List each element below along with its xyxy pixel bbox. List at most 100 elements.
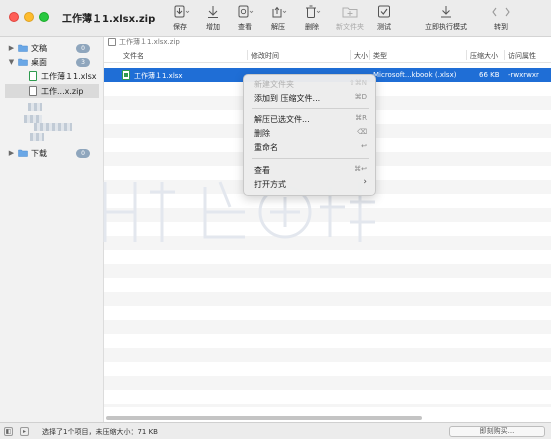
toolbar-label: 解压 xyxy=(271,23,285,31)
maximize-window-button[interactable] xyxy=(39,12,49,22)
column-divider[interactable] xyxy=(504,50,505,60)
immediate-mode-icon xyxy=(435,5,457,19)
sidebar-item-label: 下载 xyxy=(31,149,47,158)
menu-item-shortcut: ⌘D xyxy=(354,93,367,101)
go-to-icon xyxy=(490,5,512,19)
empty-row xyxy=(104,348,551,362)
blurred-item xyxy=(34,123,72,131)
toolbar-label: 增加 xyxy=(206,23,220,31)
column-name[interactable]: 文件名 xyxy=(123,51,144,61)
toolbar-view-button[interactable]: 查看 xyxy=(231,5,259,32)
toolbar-save-button[interactable]: 保存 xyxy=(166,5,194,32)
toolbar-test-button[interactable]: 测试 xyxy=(370,5,398,32)
column-size[interactable]: 大小 xyxy=(354,51,368,61)
toolbar-go-to-button[interactable]: 转到 xyxy=(483,5,519,32)
menu-separator xyxy=(252,158,369,159)
toolbar-label: 新文件夹 xyxy=(336,23,364,31)
menu-item-label: 解压已选文件... xyxy=(254,115,310,124)
sidebar-item-label: 桌面 xyxy=(31,58,47,67)
toolbar-extract-button[interactable]: 解压 xyxy=(264,5,292,32)
empty-row xyxy=(104,292,551,306)
menu-item-extract-selected[interactable]: 解压已选文件... ⌘R xyxy=(248,112,373,125)
empty-row xyxy=(104,264,551,278)
menu-item-label: 删除 xyxy=(254,129,270,138)
toolbar-add-button[interactable]: 增加 xyxy=(199,5,227,32)
excel-file-icon xyxy=(29,71,37,81)
menu-item-shortcut: ⌘↩ xyxy=(354,165,367,173)
close-window-button[interactable] xyxy=(9,12,19,22)
view-icon xyxy=(234,5,256,19)
column-modified[interactable]: 修改时间 xyxy=(251,51,279,61)
column-compressed-size[interactable]: 压缩大小 xyxy=(470,51,498,61)
toolbar-label: 保存 xyxy=(173,23,187,31)
sidebar-item-label: 工作...x.zip xyxy=(41,87,84,96)
column-divider[interactable] xyxy=(466,50,467,60)
menu-item-view[interactable]: 查看 ⌘↩ xyxy=(248,163,373,176)
sidebar-item-xlsx-file[interactable]: 工作薄１1.xlsx xyxy=(0,69,104,83)
path-bar: 工作薄１1.xlsx.zip xyxy=(104,37,551,47)
toolbar-label: 测试 xyxy=(377,23,391,31)
column-permissions[interactable]: 访问属性 xyxy=(508,51,536,61)
menu-item-delete[interactable]: 删除 ⌫ xyxy=(248,126,373,139)
folder-icon xyxy=(18,149,28,157)
archive-window: 工作薄１1.xlsx.zip 保存 增加 查看 解压 删除 新文件夹 测试 立即… xyxy=(0,0,551,439)
toolbar-label: 删除 xyxy=(305,23,319,31)
menu-item-new-folder[interactable]: 新建文件夹 ⇧⌘N xyxy=(248,77,373,90)
title-bar: 工作薄１1.xlsx.zip 保存 增加 查看 解压 删除 新文件夹 测试 立即… xyxy=(0,0,551,37)
count-badge: 3 xyxy=(76,58,90,67)
sidebar-item-desktop[interactable]: ▼ 桌面 3 xyxy=(0,55,104,69)
sidebar-item-label: 文稿 xyxy=(31,44,47,53)
file-permissions: -rwxrwxr xyxy=(508,71,539,79)
column-divider[interactable] xyxy=(247,50,248,60)
empty-row xyxy=(104,320,551,334)
sidebar-item-zip-file[interactable]: 工作...x.zip xyxy=(5,84,99,98)
empty-row xyxy=(104,404,551,407)
count-badge: 0 xyxy=(76,149,90,158)
excel-file-icon xyxy=(122,70,130,80)
chevron-right-icon[interactable]: ▶ xyxy=(8,44,15,52)
new-folder-icon xyxy=(339,5,361,19)
scrollbar-thumb[interactable] xyxy=(106,416,422,420)
blurred-item xyxy=(30,133,44,141)
zip-file-icon xyxy=(29,86,37,96)
column-type[interactable]: 类型 xyxy=(373,51,387,61)
submenu-arrow-icon: › xyxy=(363,177,367,187)
menu-item-shortcut: ⌘R xyxy=(355,114,367,122)
folder-icon xyxy=(18,58,28,66)
path-text: 工作薄１1.xlsx.zip xyxy=(119,38,180,46)
menu-item-add-to-archive[interactable]: 添加到 压缩文件... ⌘D xyxy=(248,91,373,104)
sidebar-item-downloads[interactable]: ▶ 下载 0 xyxy=(0,146,104,160)
menu-item-rename[interactable]: 重命名 ↩ xyxy=(248,140,373,153)
chevron-down-icon[interactable]: ▼ xyxy=(8,58,15,66)
info-panel-icon[interactable]: ▸ xyxy=(20,427,29,436)
buy-now-button[interactable]: 即刻购买... xyxy=(449,426,545,437)
blurred-item xyxy=(24,115,42,123)
menu-separator xyxy=(252,108,369,109)
file-name: 工作薄１1.xlsx xyxy=(134,72,183,80)
sidebar: ▶ 文稿 0 ▼ 桌面 3 工作薄１1.xlsx 工作...x.zip ▶ 下载… xyxy=(0,37,104,422)
menu-item-label: 新建文件夹 xyxy=(254,80,294,89)
file-type: Microsoft...kbook (.xlsx) xyxy=(373,71,457,79)
file-compressed-size: 66 KB xyxy=(479,71,500,79)
test-icon xyxy=(373,5,395,19)
toolbar-label: 转到 xyxy=(494,23,508,31)
save-icon xyxy=(169,5,191,19)
menu-item-label: 打开方式 xyxy=(254,180,286,189)
toolbar-new-folder-button[interactable]: 新文件夹 xyxy=(336,5,364,32)
chevron-right-icon[interactable]: ▶ xyxy=(8,149,15,157)
horizontal-scrollbar[interactable] xyxy=(104,415,551,421)
menu-item-shortcut: ↩ xyxy=(361,142,367,150)
context-menu: 新建文件夹 ⇧⌘N 添加到 压缩文件... ⌘D 解压已选文件... ⌘R 删除… xyxy=(243,74,376,196)
column-divider[interactable] xyxy=(350,50,351,60)
minimize-window-button[interactable] xyxy=(24,12,34,22)
extract-icon xyxy=(267,5,289,19)
empty-row xyxy=(104,376,551,390)
sidebar-toggle-icon[interactable]: ◧ xyxy=(4,427,13,436)
menu-item-open-with[interactable]: 打开方式 › xyxy=(248,177,373,190)
sidebar-item-label: 工作薄１1.xlsx xyxy=(41,72,97,81)
toolbar-immediate-mode-button[interactable]: 立即执行模式 xyxy=(423,5,469,32)
blurred-item xyxy=(28,103,42,111)
toolbar-delete-button[interactable]: 删除 xyxy=(298,5,326,32)
sidebar-item-documents[interactable]: ▶ 文稿 0 xyxy=(0,41,104,55)
column-divider[interactable] xyxy=(369,50,370,60)
